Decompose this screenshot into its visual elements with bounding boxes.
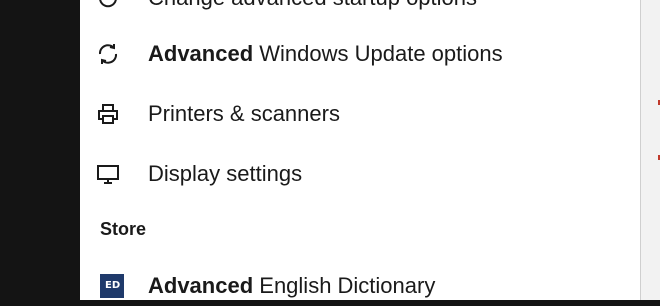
result-advanced-english-dictionary[interactable]: ED Advanced English Dictionary <box>80 266 640 306</box>
result-label: Printers & scanners <box>148 101 340 126</box>
monitor-icon <box>97 165 119 184</box>
result-printers-scanners[interactable]: Printers & scanners <box>80 94 640 134</box>
result-label-bold: Advanced <box>148 41 254 66</box>
background-window-edge <box>640 0 660 300</box>
result-label-rest: English Dictionary <box>253 273 436 298</box>
search-results-panel: Change advanced startup options Advanced… <box>80 0 640 300</box>
section-header-store: Store <box>100 219 147 239</box>
dictionary-app-icon: ED <box>100 274 124 298</box>
background-left <box>0 0 80 300</box>
result-change-advanced-startup[interactable]: Change advanced startup options <box>80 0 640 18</box>
result-label: Advanced Windows Update options <box>148 42 503 66</box>
sync-icon <box>98 44 118 64</box>
result-label: Advanced English Dictionary <box>148 274 435 298</box>
result-label: Display settings <box>148 161 303 186</box>
result-advanced-windows-update[interactable]: Advanced Windows Update options <box>80 34 640 74</box>
result-label-rest: Windows Update options <box>253 41 503 66</box>
printer-icon <box>98 104 118 124</box>
result-display-settings[interactable]: Display settings <box>80 154 640 194</box>
app-tile-text: ED <box>105 280 121 291</box>
power-icon <box>99 0 117 8</box>
result-label: Change advanced startup options <box>148 0 477 10</box>
result-label-bold: Advanced <box>148 273 254 298</box>
